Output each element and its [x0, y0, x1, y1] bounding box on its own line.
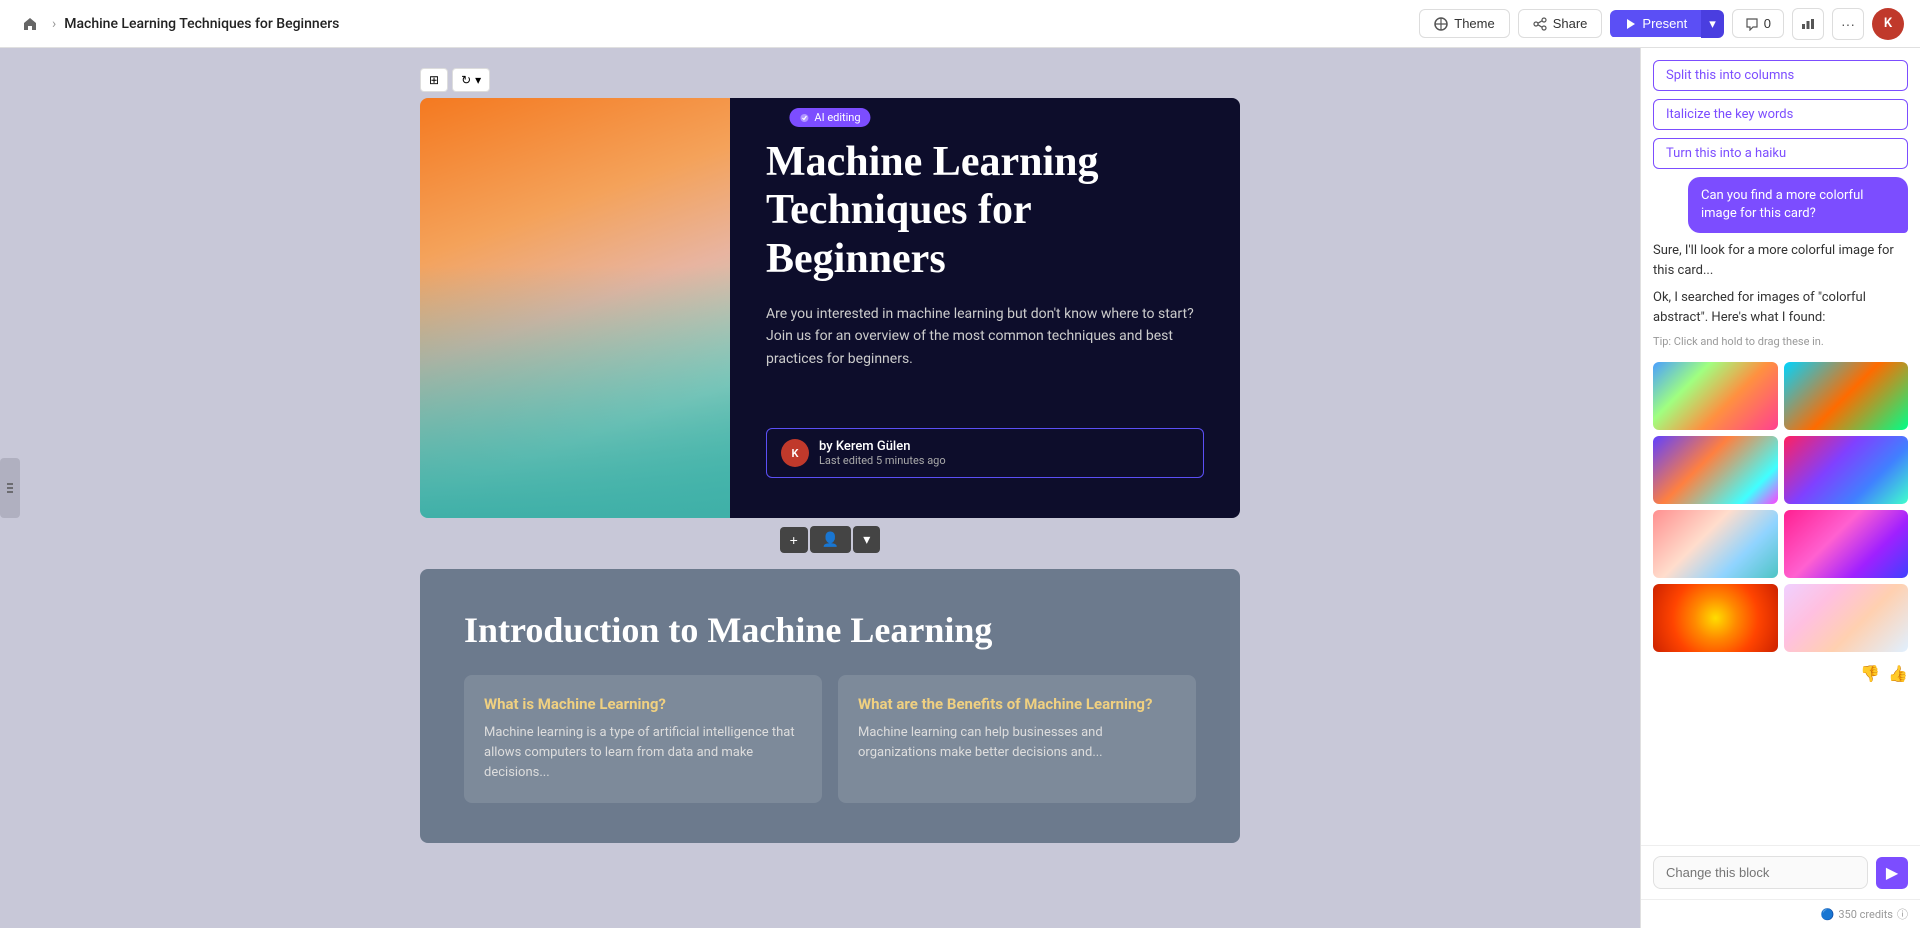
avatar[interactable]: K: [1872, 8, 1904, 40]
intro-slide-container: Introduction to Machine Learning What is…: [420, 569, 1240, 843]
credits-text: 350 credits: [1838, 908, 1893, 921]
share-button[interactable]: Share: [1518, 9, 1603, 38]
breadcrumb-chevron: ›: [52, 16, 56, 32]
image-thumb-6[interactable]: [1784, 510, 1909, 578]
action-caret-button[interactable]: ▾: [853, 526, 880, 553]
image-thumb-2[interactable]: [1784, 362, 1909, 430]
credits-bar: 🔵 350 credits ⓘ: [1641, 899, 1920, 928]
intro-card-2-title: What are the Benefits of Machine Learnin…: [858, 695, 1176, 713]
image-thumb-3[interactable]: [1653, 436, 1778, 504]
present-button-group: Present ▾: [1610, 10, 1723, 38]
slide-rotate-button[interactable]: ↻ ▾: [452, 68, 490, 92]
intro-slide: Introduction to Machine Learning What is…: [420, 569, 1240, 843]
right-panel: Split this into columns Italicize the ke…: [1640, 48, 1920, 928]
author-edited: Last edited 5 minutes ago: [819, 454, 946, 467]
hero-content: Machine Learning Techniques for Beginner…: [730, 98, 1240, 518]
rotate-icon: ↻: [461, 73, 471, 87]
image-thumb-5[interactable]: [1653, 510, 1778, 578]
ai-response-2: Ok, I searched for images of "colorful a…: [1653, 288, 1908, 327]
slide-toolbar: ⊞ ↻ ▾: [420, 68, 1240, 92]
author-info: by Kerem Gülen Last edited 5 minutes ago: [819, 439, 946, 467]
user-message: Can you find a more colorful image for t…: [1688, 177, 1908, 233]
theme-button[interactable]: Theme: [1419, 9, 1509, 38]
main-layout: ⊞ ↻ ▾ AI editing Machine Lea: [0, 48, 1920, 928]
hero-image: [420, 98, 730, 518]
hero-title: Machine Learning Techniques for Beginner…: [766, 138, 1204, 283]
topbar: › Machine Learning Techniques for Beginn…: [0, 0, 1920, 48]
ai-response-1: Sure, I'll look for a more colorful imag…: [1653, 241, 1908, 280]
ai-editing-badge: AI editing: [789, 108, 870, 127]
hero-slide: AI editing Machine Learning Techniques f…: [420, 98, 1240, 518]
slide-grid-button[interactable]: ⊞: [420, 68, 448, 92]
suggestion-split-columns[interactable]: Split this into columns: [1653, 60, 1908, 91]
comment-button[interactable]: 0: [1732, 9, 1784, 38]
more-button[interactable]: ···: [1832, 8, 1864, 40]
present-caret-button[interactable]: ▾: [1701, 10, 1724, 38]
credits-icon: 🔵: [1821, 908, 1835, 921]
left-sidebar: [0, 48, 20, 928]
intro-cards: What is Machine Learning? Machine learni…: [464, 675, 1196, 803]
image-thumb-8[interactable]: [1784, 584, 1909, 652]
image-thumb-4[interactable]: [1784, 436, 1909, 504]
intro-card-2-text: Machine learning can help businesses and…: [858, 723, 1176, 763]
caret-icon: ▾: [475, 73, 481, 87]
intro-title: Introduction to Machine Learning: [464, 609, 1196, 651]
intro-card-2: What are the Benefits of Machine Learnin…: [838, 675, 1196, 803]
author-name: by Kerem Gülen: [819, 439, 946, 454]
present-main-button[interactable]: Present: [1610, 10, 1701, 37]
sidebar-toggle-button[interactable]: [0, 458, 20, 518]
thumbs-down-button[interactable]: 👎: [1860, 664, 1880, 684]
person-icon: 👤: [822, 531, 839, 548]
author-avatar: K: [781, 439, 809, 467]
add-block-button[interactable]: +: [780, 527, 808, 553]
add-icon: +: [790, 532, 798, 548]
chat-input[interactable]: [1653, 856, 1868, 889]
image-grid: [1653, 362, 1908, 652]
image-thumb-1[interactable]: [1653, 362, 1778, 430]
page-title: Machine Learning Techniques for Beginner…: [64, 16, 339, 32]
image-tip: Tip: Click and hold to drag these in.: [1653, 335, 1908, 348]
hero-image-overlay: [420, 266, 730, 518]
more-icon: ···: [1841, 16, 1855, 32]
send-icon: ▶: [1886, 863, 1898, 883]
image-thumb-7[interactable]: [1653, 584, 1778, 652]
hero-author-card: K by Kerem Gülen Last edited 5 minutes a…: [766, 428, 1204, 478]
intro-card-1-title: What is Machine Learning?: [484, 695, 802, 713]
chart-button[interactable]: [1792, 8, 1824, 40]
reaction-bar: 👎 👍: [1653, 660, 1908, 688]
topbar-actions: Theme Share Present ▾ 0 ··· K: [1419, 8, 1904, 40]
topbar-left: › Machine Learning Techniques for Beginn…: [16, 10, 1411, 38]
slide-action-bar: + 👤 ▾: [420, 526, 1240, 553]
canvas-area: ⊞ ↻ ▾ AI editing Machine Lea: [20, 48, 1640, 928]
intro-card-1-text: Machine learning is a type of artificial…: [484, 723, 802, 783]
chat-input-area: ▶: [1641, 845, 1920, 899]
hero-description: Are you interested in machine learning b…: [766, 303, 1204, 370]
suggestion-haiku[interactable]: Turn this into a haiku: [1653, 138, 1908, 169]
home-button[interactable]: [16, 10, 44, 38]
intro-card-1: What is Machine Learning? Machine learni…: [464, 675, 822, 803]
credits-info-icon: ⓘ: [1897, 906, 1908, 922]
caret-down-icon: ▾: [863, 531, 870, 548]
right-panel-content: Split this into columns Italicize the ke…: [1641, 48, 1920, 845]
grid-icon: ⊞: [429, 73, 439, 87]
suggestion-italicize[interactable]: Italicize the key words: [1653, 99, 1908, 130]
thumbs-up-button[interactable]: 👍: [1888, 664, 1908, 684]
hero-slide-container: ⊞ ↻ ▾ AI editing Machine Lea: [420, 68, 1240, 553]
chat-send-button[interactable]: ▶: [1876, 857, 1908, 889]
person-block-button[interactable]: 👤: [810, 526, 851, 553]
